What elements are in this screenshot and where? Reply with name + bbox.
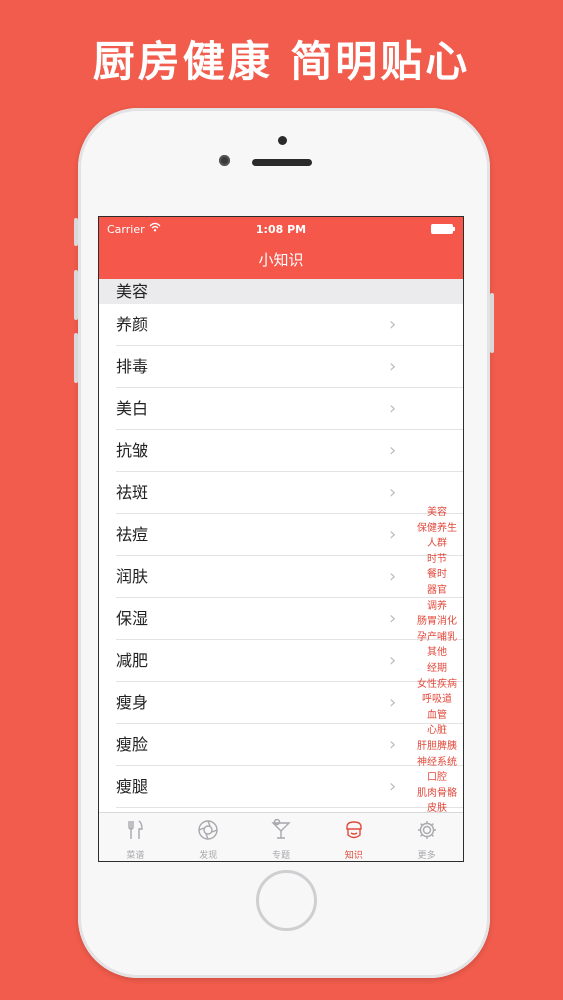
list-item[interactable]: 养颜 › (99, 304, 463, 346)
index-item[interactable]: 呼吸道 (413, 692, 461, 708)
navigation-bar: Carrier 1:08 PM 小知识 (99, 217, 463, 279)
tab-label: 发现 (199, 851, 218, 861)
list-item[interactable]: 祛斑 › (99, 472, 463, 514)
index-item[interactable]: 经期 (413, 661, 461, 677)
page-title: 小知识 (258, 251, 304, 269)
tab-label: 更多 (417, 851, 436, 861)
index-item[interactable]: 孕产哺乳 (413, 630, 461, 646)
list-item-label: 保湿 (116, 609, 149, 628)
index-item[interactable]: 心脏 (413, 723, 461, 739)
index-item[interactable]: 餐时 (413, 567, 461, 583)
list-item-label: 排毒 (116, 357, 149, 376)
chevron-right-icon: › (389, 608, 397, 629)
list-item-label: 祛斑 (116, 483, 149, 502)
list-item[interactable]: 保湿 › (99, 598, 463, 640)
chevron-right-icon: › (389, 692, 397, 713)
index-item[interactable]: 人群 (413, 536, 461, 552)
battery-icon (431, 224, 455, 234)
index-item[interactable]: 美容 (413, 505, 461, 521)
chevron-right-icon: › (389, 356, 397, 377)
fork-knife-icon (99, 819, 172, 845)
list-item-label: 润肤 (116, 567, 149, 586)
list-item[interactable]: 瘦身 › (99, 682, 463, 724)
volume-up-button (74, 270, 78, 320)
list-item[interactable]: 瘦脸 › (99, 724, 463, 766)
tab-discover[interactable]: 发现 (172, 813, 245, 861)
gear-icon (390, 819, 463, 845)
index-item[interactable]: 器官 (413, 583, 461, 599)
section-index[interactable]: 美容 保健养生 人群 时节 餐时 器官 调养 肠胃消化 孕产哺乳 其他 经期 女… (413, 505, 461, 848)
home-button[interactable] (256, 870, 317, 931)
list-item[interactable]: 减肥 › (99, 640, 463, 682)
tab-recipes[interactable]: 菜谱 (99, 813, 172, 861)
tab-topics[interactable]: 专题 (245, 813, 318, 861)
index-item[interactable]: 时节 (413, 552, 461, 568)
tab-label: 菜谱 (126, 851, 145, 861)
headline: 厨房健康 简明贴心 (92, 37, 471, 86)
chevron-right-icon: › (389, 650, 397, 671)
index-item[interactable]: 调养 (413, 599, 461, 615)
power-button (490, 293, 494, 353)
status-time: 1:08 PM (255, 223, 307, 236)
chevron-right-icon: › (389, 524, 397, 545)
list-item-label: 瘦脸 (116, 735, 149, 754)
status-bar: Carrier 1:08 PM (99, 222, 463, 237)
silent-switch (74, 218, 78, 246)
index-item[interactable]: 肠胃消化 (413, 614, 461, 630)
list-item[interactable]: 抗皱 › (99, 430, 463, 472)
earpiece-speaker (252, 159, 312, 166)
list-item-label: 养颜 (116, 315, 149, 334)
list-item-label: 瘦身 (116, 693, 149, 712)
aperture-icon (172, 819, 245, 845)
phone-screen: Carrier 1:08 PM 小知识 美容 养颜 › 排毒 › 美白 › 抗皱 › 祛… (98, 216, 464, 862)
list-item[interactable]: 排毒 › (99, 346, 463, 388)
sensor-icon (278, 136, 287, 145)
chevron-right-icon: › (389, 566, 397, 587)
chevron-right-icon: › (389, 398, 397, 419)
index-item[interactable]: 血管 (413, 708, 461, 724)
phone-frame: Carrier 1:08 PM 小知识 美容 养颜 › 排毒 › 美白 › 抗皱 › 祛… (74, 108, 494, 978)
list-item[interactable]: 瘦腿 › (99, 766, 463, 808)
list-item-label: 祛痘 (116, 525, 149, 544)
index-item[interactable]: 女性疾病 (413, 677, 461, 693)
volume-down-button (74, 333, 78, 383)
index-item[interactable]: 保健养生 (413, 521, 461, 537)
chevron-right-icon: › (389, 482, 397, 503)
chevron-right-icon: › (389, 776, 397, 797)
index-item[interactable]: 肌肉骨骼 (413, 786, 461, 802)
list-item-label: 减肥 (116, 651, 149, 670)
list-item[interactable]: 润肤 › (99, 556, 463, 598)
list-item-label: 瘦腿 (116, 777, 149, 796)
list-item-label: 美白 (116, 399, 149, 418)
index-item[interactable]: 神经系统 (413, 755, 461, 771)
index-item[interactable]: 肝胆脾胰 (413, 739, 461, 755)
front-camera-icon (219, 155, 230, 166)
tab-label: 专题 (271, 851, 290, 861)
chef-icon (317, 819, 390, 845)
tab-knowledge[interactable]: 知识 (317, 813, 390, 861)
list-item[interactable]: 美白 › (99, 388, 463, 430)
index-item[interactable]: 口腔 (413, 770, 461, 786)
tab-label: 知识 (344, 851, 363, 861)
list-item-label: 抗皱 (116, 441, 149, 460)
tab-bar: 菜谱 发现 专题 知识 更多 (99, 812, 463, 861)
chevron-right-icon: › (389, 734, 397, 755)
chevron-right-icon: › (389, 440, 397, 461)
section-header: 美容 (99, 279, 463, 304)
chevron-right-icon: › (389, 314, 397, 335)
tab-more[interactable]: 更多 (390, 813, 463, 861)
knowledge-list: 养颜 › 排毒 › 美白 › 抗皱 › 祛斑 › 祛痘 › 润肤 › 保湿 › 减肥 › 瘦身 › … (99, 304, 463, 808)
index-item[interactable]: 其他 (413, 645, 461, 661)
list-item[interactable]: 祛痘 › (99, 514, 463, 556)
cocktail-icon (245, 818, 318, 845)
